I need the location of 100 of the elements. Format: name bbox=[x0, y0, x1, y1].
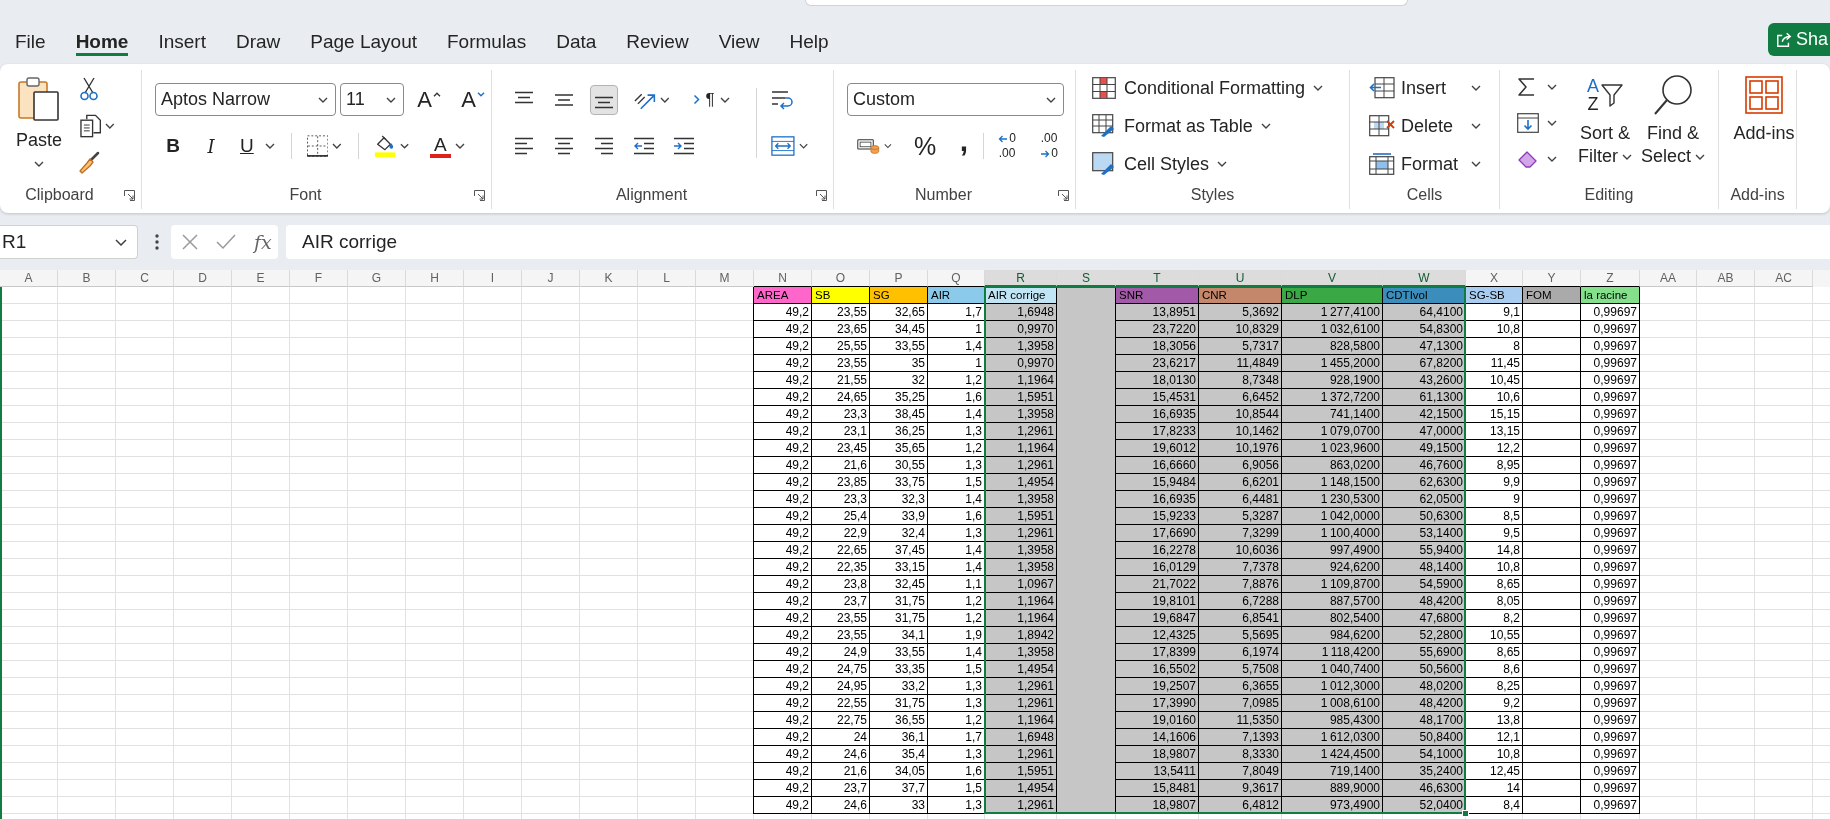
table-cell-text: 9,2 bbox=[1502, 695, 1521, 712]
menu-tab[interactable]: Review bbox=[611, 27, 704, 56]
italic-button[interactable]: I bbox=[197, 131, 225, 161]
table-cell-text: 49,2 bbox=[784, 695, 810, 712]
share-button[interactable]: Sha bbox=[1768, 23, 1830, 56]
menu-tab[interactable]: File bbox=[0, 27, 61, 56]
name-box[interactable]: R1 bbox=[0, 225, 138, 259]
menu-tab[interactable]: Formulas bbox=[432, 27, 542, 56]
wrap-text-icon bbox=[770, 88, 794, 111]
table-cell: 984,6200 bbox=[1282, 627, 1383, 644]
column-header[interactable]: O bbox=[812, 270, 870, 287]
sort-filter-button[interactable]: A Z Sort & Filter bbox=[1575, 70, 1635, 168]
table-cell-text: 49,2 bbox=[784, 644, 810, 661]
table-cell: 6,1974 bbox=[1199, 644, 1282, 661]
dialog-launcher-icon[interactable] bbox=[474, 189, 485, 201]
column-header[interactable]: H bbox=[406, 270, 464, 287]
search-field[interactable] bbox=[805, 0, 1408, 6]
increase-decimal-button[interactable]: 0 .00 bbox=[992, 130, 1022, 162]
comma-style-button[interactable]: , bbox=[950, 131, 978, 161]
decrease-decimal-button[interactable]: .00 0 bbox=[1034, 130, 1064, 162]
column-header[interactable]: C bbox=[116, 270, 174, 287]
menu-tab[interactable]: Data bbox=[541, 27, 612, 56]
styles-menu-button[interactable]: Conditional Formatting bbox=[1092, 72, 1324, 104]
table-cell-text: 33,2 bbox=[900, 678, 926, 695]
column-header[interactable]: F bbox=[290, 270, 348, 287]
table-cell: 5,3287 bbox=[1199, 508, 1282, 525]
column-header[interactable]: AB bbox=[1697, 270, 1755, 287]
number-format-dropdown[interactable]: Custom bbox=[847, 83, 1064, 116]
menu-tab[interactable]: Help bbox=[774, 27, 844, 56]
column-header[interactable]: E bbox=[232, 270, 290, 287]
column-header[interactable]: P bbox=[870, 270, 928, 287]
table-cell: 1,2961 bbox=[985, 678, 1057, 695]
shrink-font-button[interactable]: A bbox=[458, 84, 488, 115]
font-name-dropdown[interactable]: Aptos Narrow bbox=[155, 83, 336, 116]
menu-tab[interactable]: Insert bbox=[143, 27, 221, 56]
styles-menu-button[interactable]: Format as Table bbox=[1092, 110, 1271, 142]
column-header[interactable]: M bbox=[696, 270, 754, 287]
column-header[interactable]: J bbox=[522, 270, 580, 287]
column-header[interactable]: Y bbox=[1523, 270, 1581, 287]
column-header[interactable]: N bbox=[754, 270, 812, 287]
column-header[interactable]: A bbox=[0, 270, 58, 287]
table-cell-text: 23,45 bbox=[835, 440, 868, 457]
styles-menu-button[interactable]: Cell Styles bbox=[1092, 148, 1228, 180]
formula-input[interactable]: AIR corrige bbox=[286, 225, 1830, 259]
column-header[interactable]: I bbox=[464, 270, 522, 287]
column-header[interactable]: AA bbox=[1640, 270, 1697, 287]
chevron-down-icon bbox=[455, 143, 465, 149]
menu-tab[interactable]: Draw bbox=[220, 27, 296, 56]
table-cell-text: 0,99697 bbox=[1592, 610, 1638, 627]
table-cell: 1,1964 bbox=[985, 712, 1057, 729]
chevron-down-icon bbox=[1547, 84, 1557, 90]
column-header[interactable]: X bbox=[1466, 270, 1523, 287]
menu-tab[interactable]: Home bbox=[60, 27, 144, 56]
table-cell-text: 0,99697 bbox=[1592, 389, 1638, 406]
text-direction-button[interactable]: ¶ bbox=[690, 84, 734, 115]
menu-tab[interactable]: View bbox=[703, 27, 775, 56]
table-cell: 1,4954 bbox=[985, 474, 1057, 491]
table-cell-text: 49,2 bbox=[784, 372, 810, 389]
table-cell-text: 49,2 bbox=[784, 440, 810, 457]
vertical-align-button[interactable] bbox=[590, 84, 618, 115]
column-header[interactable]: K bbox=[580, 270, 638, 287]
font-size-dropdown[interactable]: 11 bbox=[340, 83, 404, 116]
more-icon[interactable] bbox=[155, 234, 159, 250]
bold-button[interactable]: B bbox=[159, 131, 187, 161]
fill-handle[interactable] bbox=[1462, 810, 1469, 817]
percent-style-button[interactable]: % bbox=[911, 131, 939, 161]
cells-menu-button[interactable]: Insert bbox=[1369, 72, 1481, 104]
dialog-launcher-icon[interactable] bbox=[816, 189, 827, 201]
table-cell-text: 36,1 bbox=[900, 729, 926, 746]
table-header-cell: SG-SB bbox=[1466, 287, 1523, 304]
table-cell: 8,3330 bbox=[1199, 746, 1282, 763]
insert-function-button[interactable]: fx bbox=[254, 231, 272, 253]
font-color-button[interactable]: A bbox=[425, 131, 471, 161]
add-ins-button[interactable]: Add-ins bbox=[1732, 70, 1796, 145]
search-icon bbox=[1653, 74, 1693, 116]
cancel-icon[interactable] bbox=[182, 234, 198, 250]
dialog-launcher-icon[interactable] bbox=[124, 189, 135, 201]
dialog-launcher-icon[interactable] bbox=[1058, 189, 1069, 201]
table-cell: 1,5951 bbox=[985, 508, 1057, 525]
table-cell-text: 22,65 bbox=[835, 542, 868, 559]
cells-menu-button[interactable]: Format bbox=[1369, 148, 1481, 180]
table-cell-text: 23,8 bbox=[842, 576, 868, 593]
column-header[interactable]: G bbox=[348, 270, 406, 287]
find-select-button[interactable]: Find & Select bbox=[1638, 70, 1708, 168]
paste-button[interactable]: Paste bbox=[8, 70, 70, 181]
column-header[interactable]: L bbox=[638, 270, 696, 287]
table-cell: 1 008,6100 bbox=[1282, 695, 1383, 712]
grow-font-button[interactable]: A bbox=[414, 84, 444, 115]
table-cell-text: 49,2 bbox=[784, 593, 810, 610]
menu-tab[interactable]: Page Layout bbox=[295, 27, 432, 56]
column-header[interactable]: D bbox=[174, 270, 232, 287]
cells-menu-button[interactable]: Delete bbox=[1369, 110, 1481, 142]
column-header[interactable]: B bbox=[58, 270, 116, 287]
check-icon[interactable] bbox=[216, 234, 236, 250]
table-cell: 42,1500 bbox=[1383, 406, 1466, 423]
column-header[interactable]: Q bbox=[928, 270, 985, 287]
column-header[interactable]: AC bbox=[1755, 270, 1813, 287]
table-cell: 1 612,0300 bbox=[1282, 729, 1383, 746]
underline-button[interactable]: U bbox=[235, 131, 281, 161]
column-header[interactable]: Z bbox=[1581, 270, 1640, 287]
